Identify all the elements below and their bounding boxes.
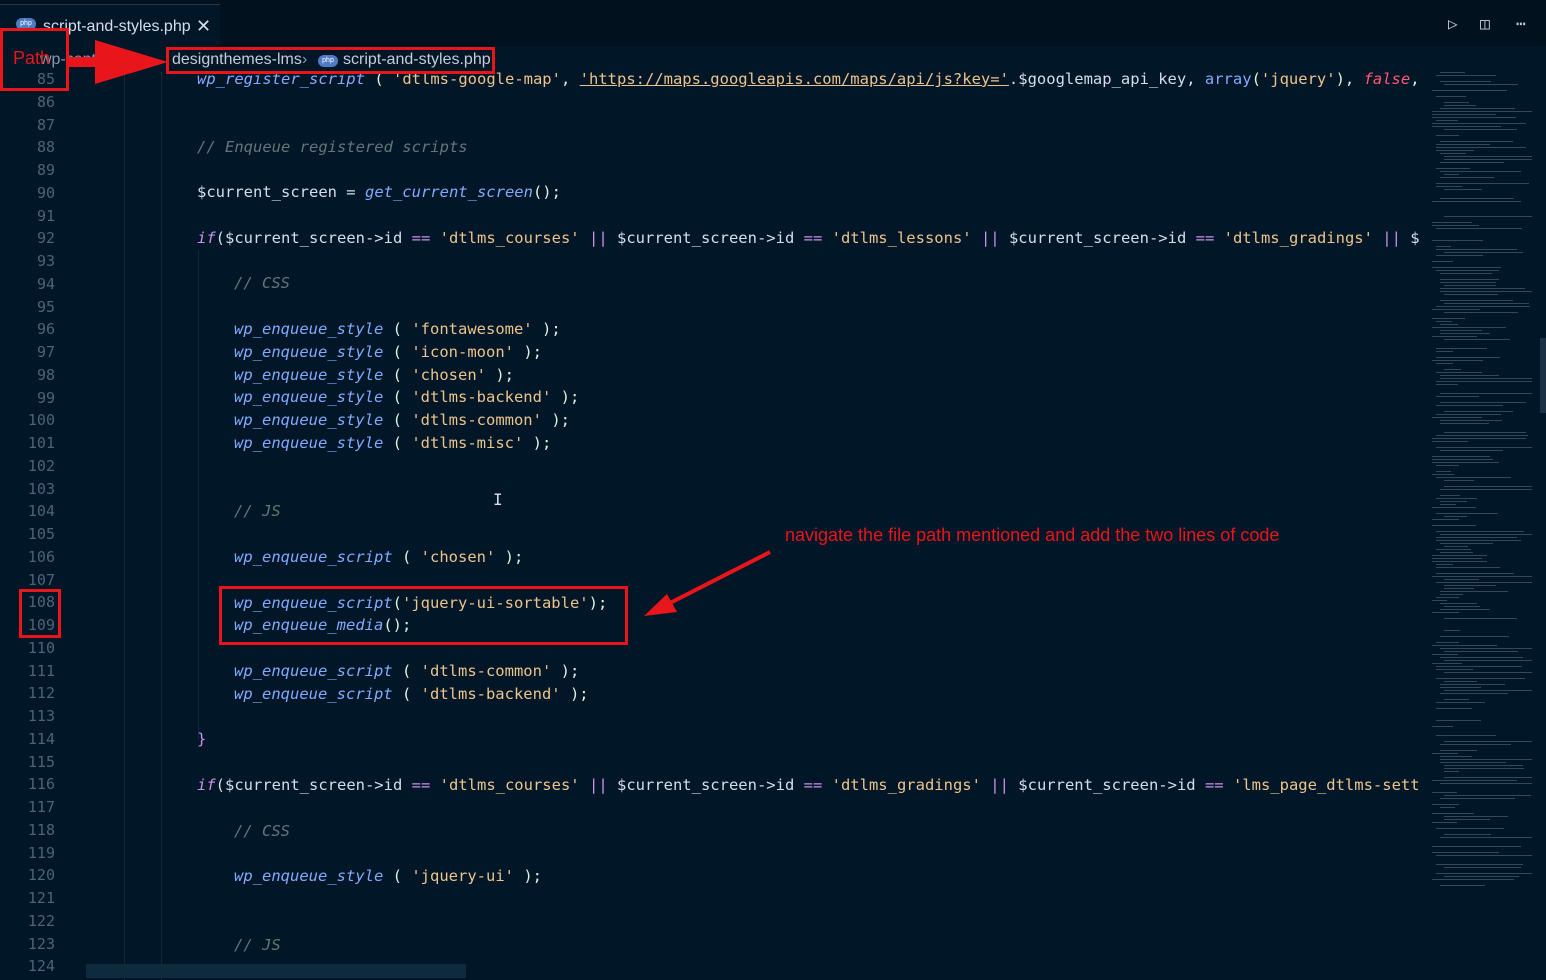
arrow-to-code bbox=[644, 550, 771, 616]
arrow-to-breadcrumb bbox=[68, 40, 168, 84]
annotation-arrows bbox=[68, 40, 771, 616]
